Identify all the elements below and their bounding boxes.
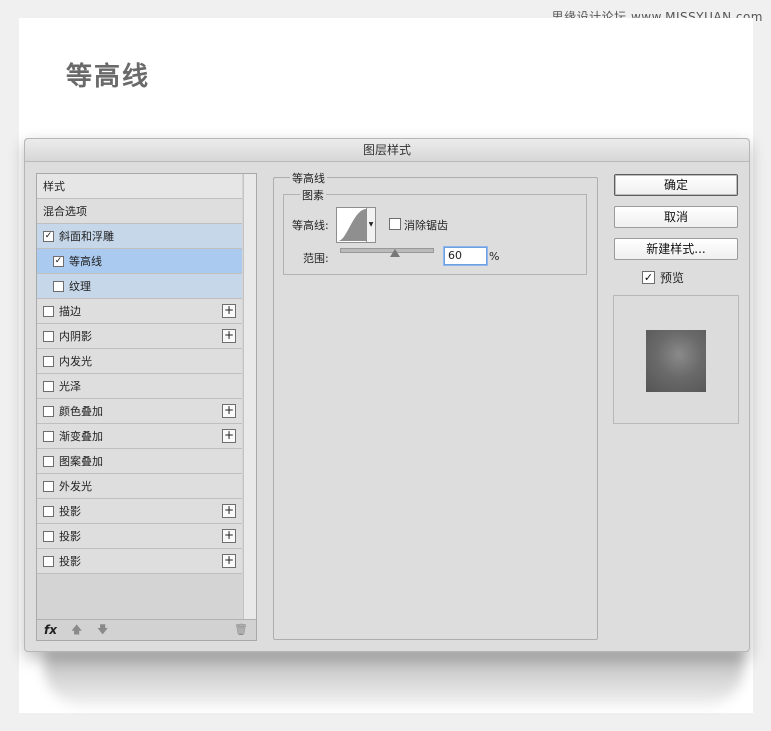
range-label: 范围:: [303, 252, 329, 265]
style-list-scrollbar[interactable]: [243, 174, 256, 620]
preview-box: [613, 295, 739, 424]
dialog-shadow: [44, 650, 744, 706]
add-effect-icon[interactable]: +: [222, 404, 236, 418]
fx-button[interactable]: fx: [44, 620, 57, 640]
style-list-item[interactable]: 内发光: [37, 349, 242, 374]
style-item-checkbox[interactable]: ✓: [43, 230, 54, 242]
style-item-label: 等高线: [69, 255, 102, 268]
style-item-label: 纹理: [69, 280, 91, 293]
dialog-titlebar[interactable]: 图层样式: [25, 139, 749, 162]
style-item-checkbox[interactable]: [43, 530, 54, 542]
trash-icon[interactable]: 🗑: [234, 620, 248, 640]
style-item-checkbox[interactable]: [43, 430, 54, 442]
style-item-checkbox[interactable]: [43, 305, 54, 317]
style-item-label: 投影: [59, 555, 81, 568]
style-list-item[interactable]: 颜色叠加 +: [37, 399, 242, 424]
style-list-item[interactable]: 渐变叠加 +: [37, 424, 242, 449]
ok-button[interactable]: 确定: [614, 174, 738, 196]
cancel-button[interactable]: 取消: [614, 206, 738, 228]
add-effect-icon[interactable]: +: [222, 529, 236, 543]
arrow-up-icon[interactable]: 🡅: [71, 620, 82, 640]
style-item-label: 内发光: [59, 355, 92, 368]
anti-alias-checkbox[interactable]: [389, 218, 401, 230]
preview-label: 预览: [660, 271, 685, 285]
style-list-item[interactable]: 外发光: [37, 474, 242, 499]
style-item-label: 混合选项: [43, 205, 87, 218]
style-item-label: 描边: [59, 305, 81, 318]
style-item-label: 图案叠加: [59, 455, 103, 468]
style-list-item[interactable]: 混合选项: [37, 199, 242, 224]
elements-group-title: 图素: [300, 187, 326, 203]
style-item-checkbox[interactable]: [43, 380, 54, 392]
layer-style-dialog: 图层样式 样式 混合选项 ✓ 斜面和浮雕 ✓ 等高线纹理描边 + 内阴影 + 内发光光泽颜色叠加…: [24, 138, 750, 652]
chevron-down-icon[interactable]: ▼: [366, 207, 376, 243]
style-list-item[interactable]: 投影 +: [37, 524, 242, 549]
style-list-item[interactable]: 内阴影 +: [37, 324, 242, 349]
style-list-item[interactable]: 投影 +: [37, 549, 242, 574]
style-item-label: 颜色叠加: [59, 405, 103, 418]
style-list-item[interactable]: 光泽: [37, 374, 242, 399]
style-item-checkbox[interactable]: [43, 330, 54, 342]
style-item-checkbox[interactable]: [43, 480, 54, 492]
range-slider-track[interactable]: [340, 248, 434, 253]
range-input[interactable]: 60: [444, 247, 487, 265]
style-item-checkbox[interactable]: [43, 405, 54, 417]
contour-group: 等高线 图素 等高线: ▼ 消除锯齿 范围: 60 %: [273, 170, 598, 640]
contour-label: 等高线:: [292, 219, 329, 232]
preview-checkbox[interactable]: ✓: [642, 271, 655, 284]
arrow-down-icon[interactable]: 🡇: [97, 620, 108, 640]
contour-picker[interactable]: ▼: [336, 207, 376, 243]
add-effect-icon[interactable]: +: [222, 429, 236, 443]
range-slider-thumb[interactable]: [390, 249, 401, 257]
style-list-items: 样式 混合选项 ✓ 斜面和浮雕 ✓ 等高线 纹理 描边 + 内阴影 + 内发光 光泽 颜色叠加 + 渐变叠加…: [37, 174, 242, 574]
style-item-label: 投影: [59, 505, 81, 518]
style-list-item[interactable]: ✓ 等高线: [37, 249, 242, 274]
style-item-checkbox[interactable]: [43, 555, 54, 567]
page-title: 等高线: [66, 62, 151, 92]
add-effect-icon[interactable]: +: [222, 554, 236, 568]
style-list-item[interactable]: ✓ 斜面和浮雕: [37, 224, 242, 249]
style-item-label: 投影: [59, 530, 81, 543]
style-item-checkbox[interactable]: [43, 505, 54, 517]
add-effect-icon[interactable]: +: [222, 304, 236, 318]
add-effect-icon[interactable]: +: [222, 329, 236, 343]
style-item-label: 外发光: [59, 480, 92, 493]
style-list-item[interactable]: 图案叠加: [37, 449, 242, 474]
style-list-footer: fx 🡅 🡇 🗑: [37, 619, 256, 640]
style-item-checkbox[interactable]: [43, 455, 54, 467]
style-item-checkbox[interactable]: [53, 280, 64, 292]
range-unit: %: [489, 250, 500, 263]
style-list-item[interactable]: 投影 +: [37, 499, 242, 524]
style-item-label: 斜面和浮雕: [59, 230, 114, 243]
anti-alias-label: 消除锯齿: [404, 219, 448, 232]
style-item-checkbox[interactable]: ✓: [53, 255, 64, 267]
elements-group: 图素 等高线: ▼ 消除锯齿 范围: 60 %: [283, 187, 587, 275]
preview-toggle[interactable]: ✓ 预览: [642, 269, 684, 286]
style-list-item[interactable]: 纹理: [37, 274, 242, 299]
contour-curve-icon: [338, 209, 366, 241]
contour-group-title: 等高线: [290, 170, 327, 186]
style-list: 样式 混合选项 ✓ 斜面和浮雕 ✓ 等高线 纹理 描边 + 内阴影 + 内发光 光泽 颜色叠加 + 渐变叠加…: [36, 173, 257, 641]
style-list-item[interactable]: 描边 +: [37, 299, 242, 324]
style-list-header[interactable]: 样式: [37, 174, 242, 199]
preview-swatch: [646, 330, 706, 392]
style-item-label: 内阴影: [59, 330, 92, 343]
style-item-label: 渐变叠加: [59, 430, 103, 443]
style-item-label: 光泽: [59, 380, 81, 393]
add-effect-icon[interactable]: +: [222, 504, 236, 518]
style-item-checkbox[interactable]: [43, 355, 54, 367]
new-style-button[interactable]: 新建样式...: [614, 238, 738, 260]
